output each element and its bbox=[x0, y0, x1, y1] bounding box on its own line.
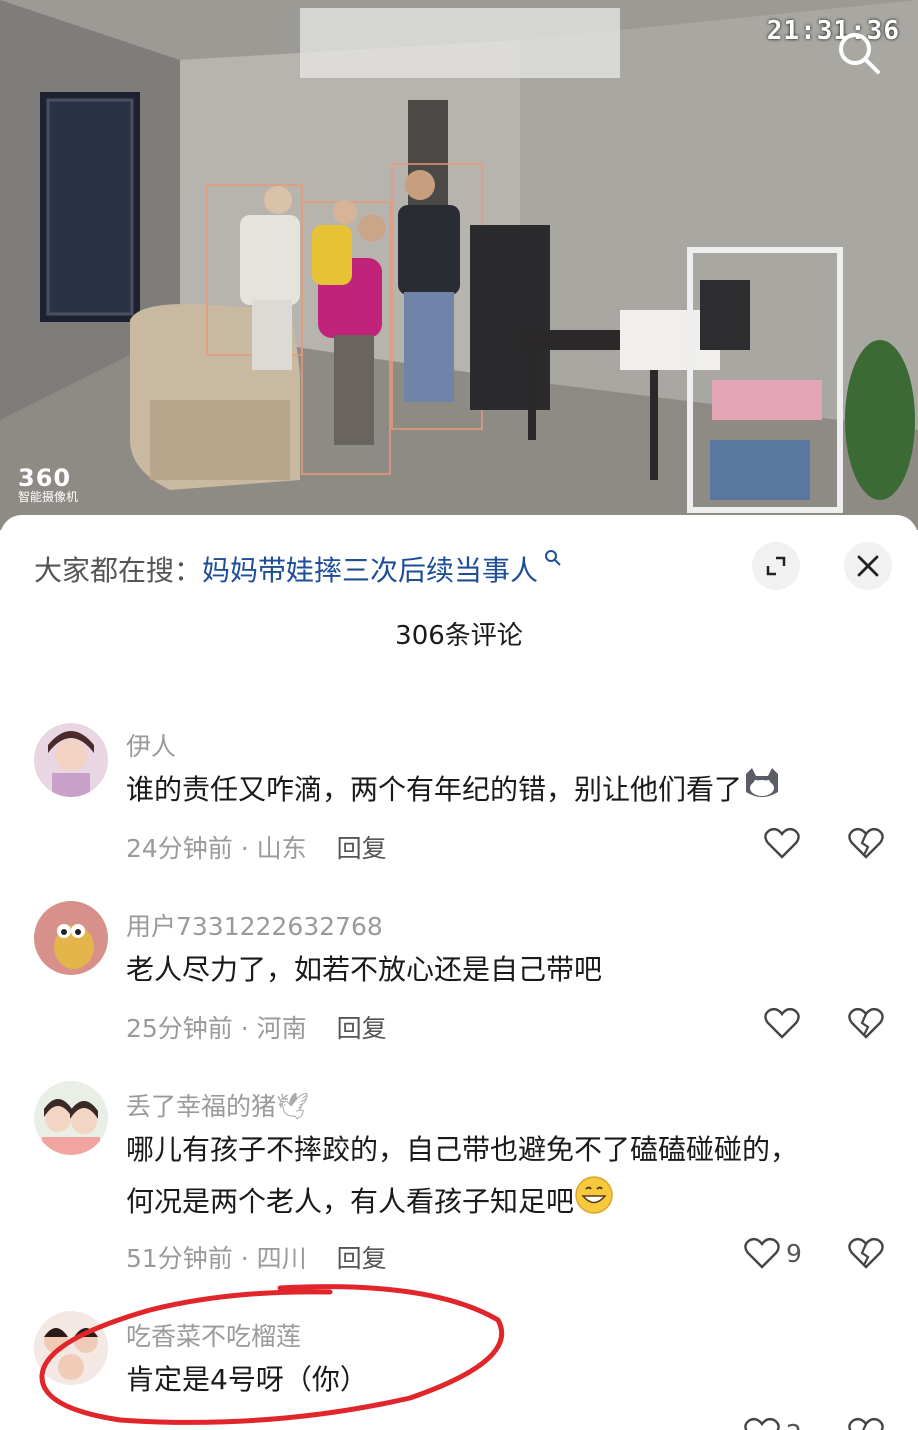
video-search-button[interactable] bbox=[836, 30, 882, 76]
camera-caption: 智能摄像机 bbox=[18, 490, 79, 504]
comment-text: 肯定是4号呀（你） bbox=[126, 1355, 866, 1405]
like-button[interactable]: 9 bbox=[744, 1237, 802, 1269]
comment-text-line: 肯定是4号呀（你） bbox=[126, 1363, 368, 1396]
broken-heart-icon bbox=[848, 1417, 884, 1430]
grin-emoji-icon bbox=[574, 1175, 614, 1231]
reply-button[interactable]: 回复 bbox=[337, 1244, 387, 1273]
comment-text-line: 哪儿有孩子不摔跤的，自己带也避免不了磕磕碰碰的， bbox=[126, 1133, 799, 1166]
trending-search-hint[interactable]: 大家都在搜：妈妈带娃摔三次后续当事人 bbox=[34, 549, 562, 589]
broken-heart-icon bbox=[848, 1237, 884, 1269]
video-player[interactable]: 21:31:36 360 智能摄像机 bbox=[0, 0, 918, 530]
small-search-icon bbox=[538, 550, 562, 572]
camera-frame-image bbox=[0, 0, 918, 530]
reply-button[interactable]: 回复 bbox=[337, 1014, 387, 1043]
search-icon bbox=[839, 33, 880, 74]
comment-author[interactable]: 吃香菜不吃榴莲 bbox=[126, 1317, 301, 1353]
dislike-button[interactable] bbox=[848, 1237, 884, 1273]
comment-text: 哪儿有孩子不摔跤的，自己带也避免不了磕磕碰碰的， 何况是两个老人，有人看孩子知足… bbox=[126, 1125, 886, 1231]
comment-time-location: 51分钟前 · 四川 bbox=[126, 1244, 307, 1273]
cat-emoji-icon bbox=[742, 766, 782, 816]
like-count: 2 bbox=[786, 1419, 802, 1430]
expand-button[interactable] bbox=[752, 542, 800, 590]
like-count: 9 bbox=[786, 1238, 802, 1268]
like-button[interactable] bbox=[764, 1007, 800, 1039]
comment-text: 老人尽力了，如若不放心还是自己带吧 bbox=[126, 945, 866, 995]
comment-sheet: 大家都在搜：妈妈带娃摔三次后续当事人 306条评论 伊人 谁的责任又咋滴，两个有… bbox=[0, 515, 918, 1430]
comment-text-line-content: 何况是两个老人，有人看孩子知足吧 bbox=[126, 1185, 575, 1218]
comment-text-line: 何况是两个老人，有人看孩子知足吧 bbox=[126, 1175, 886, 1231]
like-button[interactable]: 2 bbox=[744, 1417, 802, 1430]
avatar[interactable] bbox=[34, 1311, 108, 1385]
heart-icon bbox=[744, 1237, 780, 1269]
avatar[interactable] bbox=[34, 723, 108, 797]
comment-text-line: 老人尽力了，如若不放心还是自己带吧 bbox=[126, 953, 603, 986]
dislike-button[interactable] bbox=[848, 1007, 884, 1043]
comment-author-name: 丢了幸福的猪 bbox=[126, 1092, 277, 1121]
comment-text: 谁的责任又咋滴，两个有年纪的错，别让他们看了 bbox=[126, 765, 866, 816]
comment-time-location: 24分钟前 · 山东 bbox=[126, 834, 307, 863]
dislike-button[interactable] bbox=[848, 827, 884, 863]
comment-author[interactable]: 伊人 bbox=[126, 727, 176, 763]
dove-icon: 🕊 bbox=[276, 1092, 310, 1122]
comment-meta: 25分钟前 · 河南 回复 bbox=[126, 1009, 387, 1045]
broken-heart-icon bbox=[848, 827, 884, 859]
reply-button[interactable]: 回复 bbox=[337, 834, 387, 863]
camera-logo-text: 360 bbox=[18, 464, 72, 492]
dislike-button[interactable] bbox=[848, 1417, 884, 1430]
comment-meta: 24分钟前 · 山东 回复 bbox=[126, 829, 387, 865]
broken-heart-icon bbox=[848, 1007, 884, 1039]
avatar[interactable] bbox=[34, 1081, 108, 1155]
heart-icon bbox=[764, 1007, 800, 1039]
trending-search-prefix: 大家都在搜： bbox=[34, 554, 203, 587]
comment-author[interactable]: 丢了幸福的猪🕊 bbox=[126, 1087, 309, 1123]
expand-icon bbox=[766, 556, 786, 576]
heart-icon bbox=[764, 827, 800, 859]
avatar[interactable] bbox=[34, 901, 108, 975]
comment-time-location: 25分钟前 · 河南 bbox=[126, 1014, 307, 1043]
close-button[interactable] bbox=[844, 542, 892, 590]
like-button[interactable] bbox=[764, 827, 800, 859]
trending-search-query[interactable]: 妈妈带娃摔三次后续当事人 bbox=[202, 554, 538, 587]
comment-meta: 51分钟前 · 四川 回复 bbox=[126, 1239, 387, 1275]
heart-icon bbox=[744, 1417, 780, 1430]
close-icon bbox=[857, 555, 879, 577]
comment-author[interactable]: 用户7331222632768 bbox=[126, 907, 383, 943]
comment-meta: 回复 bbox=[126, 1423, 394, 1430]
comment-text-line: 谁的责任又咋滴，两个有年纪的错，别让他们看了 bbox=[126, 773, 743, 806]
camera-watermark: 360 智能摄像机 bbox=[18, 466, 78, 504]
comment-count: 306条评论 bbox=[395, 621, 523, 651]
